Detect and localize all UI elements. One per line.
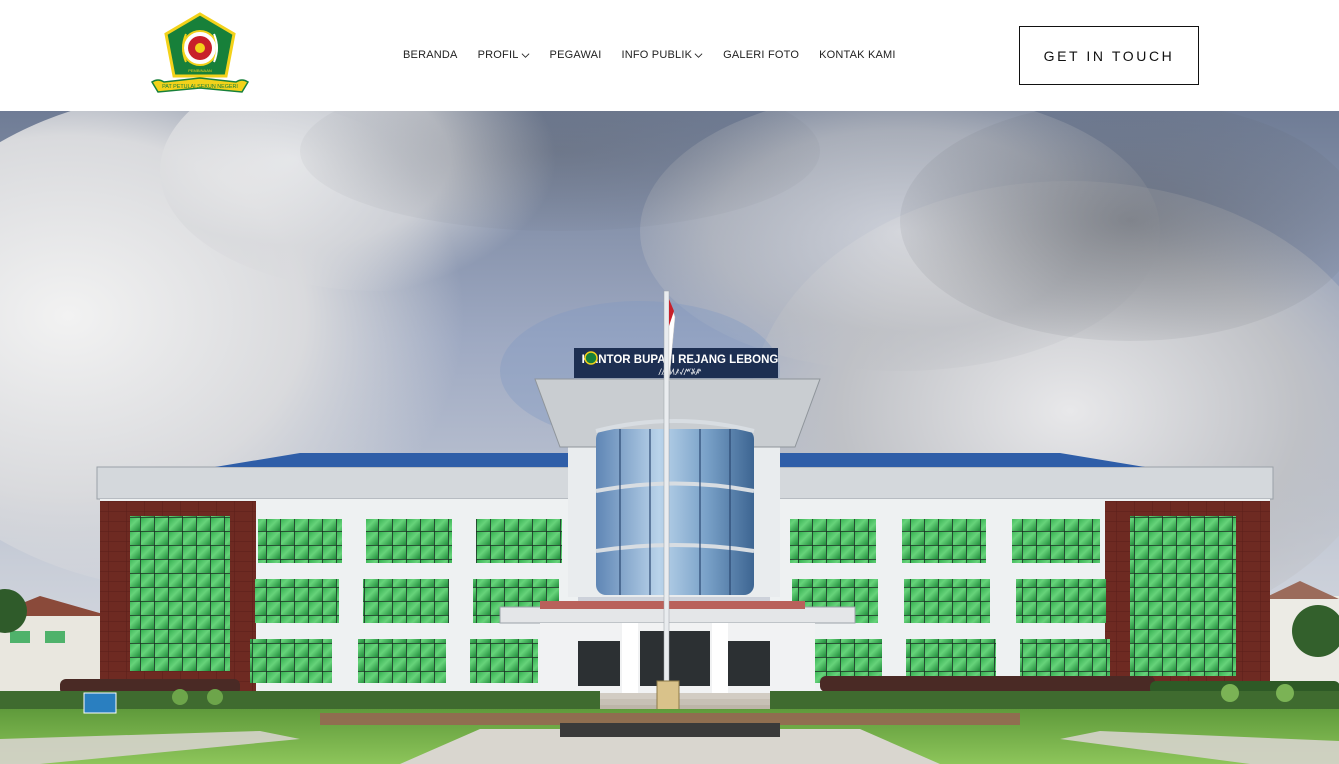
nav-item-info-publik[interactable]: INFO PUBLIK xyxy=(621,49,703,61)
main-navigation: BERANDA PROFIL PEGAWAI INFO PUBLIK GALER… xyxy=(403,46,916,64)
regency-emblem-logo[interactable]: PAT PETULAI SEKUN NEGERI PEMBINAAN xyxy=(150,12,250,98)
hero-banner: KANTOR BUPATI REJANG LEBONG ꤷꤼꤵꤰꤶꤻꤸꤺ xyxy=(0,111,1339,764)
nav-item-label: BERANDA xyxy=(403,49,458,61)
nav-item-label: GALERI FOTO xyxy=(723,49,800,61)
chevron-down-icon xyxy=(521,52,529,58)
site-header: PAT PETULAI SEKUN NEGERI PEMBINAAN BERAN… xyxy=(0,0,1339,111)
office-building-photo: KANTOR BUPATI REJANG LEBONG ꤷꤼꤵꤰꤶꤻꤸꤺ xyxy=(0,111,1339,764)
nav-item-label: PROFIL xyxy=(477,49,519,61)
logo-motto-text: PEMBINAAN xyxy=(188,68,212,73)
nav-item-beranda[interactable]: BERANDA xyxy=(403,49,458,61)
nav-item-label: KONTAK KAMI xyxy=(819,49,896,61)
nav-item-galeri-foto[interactable]: GALERI FOTO xyxy=(723,49,799,61)
logo-ribbon-text: PAT PETULAI SEKUN NEGERI xyxy=(162,84,238,90)
regency-emblem-icon: PAT PETULAI SEKUN NEGERI PEMBINAAN xyxy=(150,12,250,93)
nav-item-profil[interactable]: PROFIL xyxy=(478,49,530,61)
nav-item-kontak-kami[interactable]: KONTAK KAMI xyxy=(819,49,896,61)
get-in-touch-button[interactable]: GET IN TOUCH xyxy=(1019,26,1199,85)
nav-item-label: PEGAWAI xyxy=(549,49,602,61)
chevron-down-icon xyxy=(694,52,703,58)
nav-item-pegawai[interactable]: PEGAWAI xyxy=(550,49,602,61)
building-sign-text: KANTOR BUPATI REJANG LEBONG xyxy=(582,354,779,366)
nav-item-label: INFO PUBLIK xyxy=(621,49,693,61)
